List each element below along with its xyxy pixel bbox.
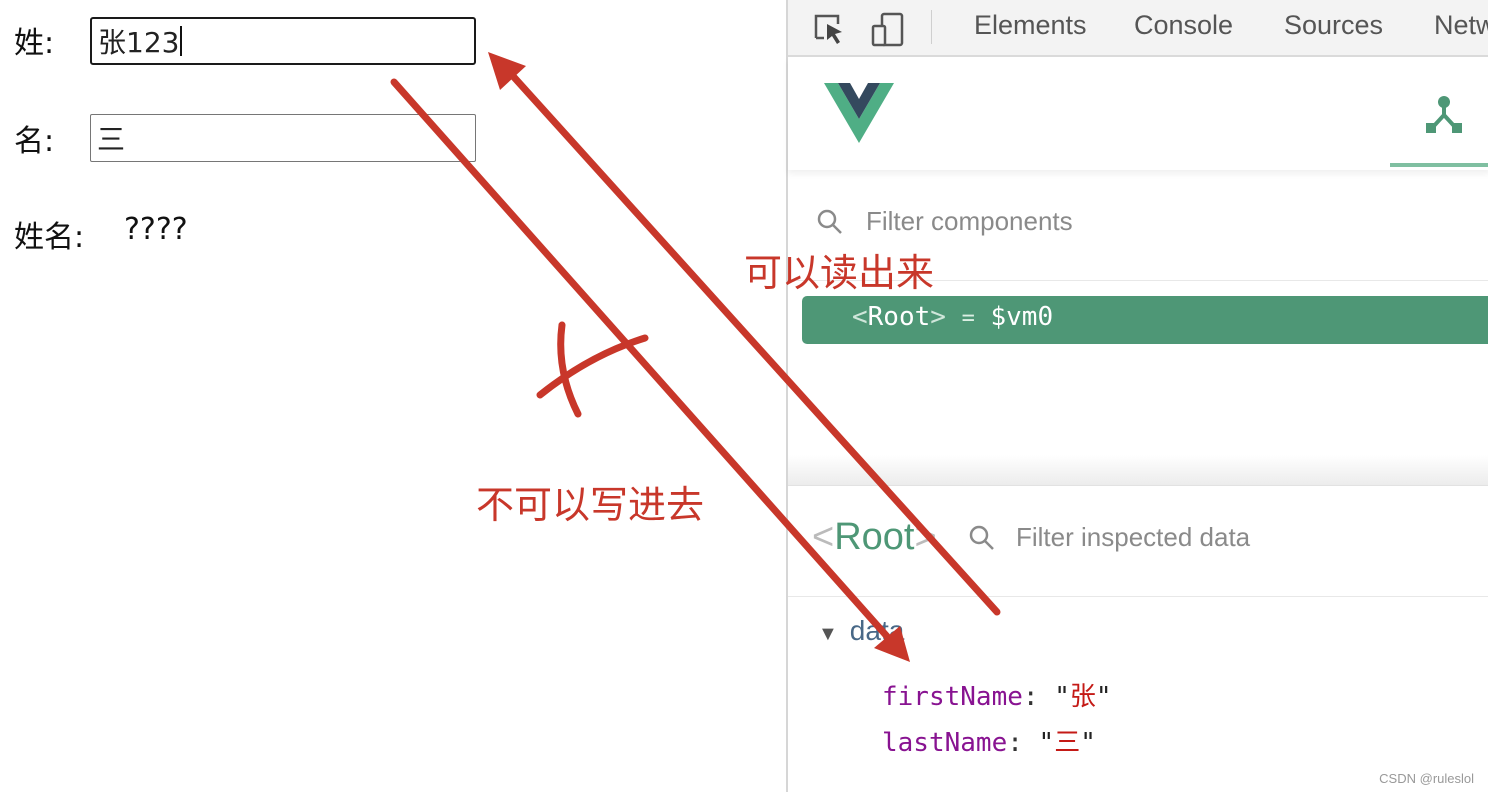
vm-ref: $vm0 <box>990 302 1054 332</box>
search-icon <box>816 208 844 240</box>
pane-splitter[interactable] <box>788 455 1488 486</box>
component-name: Root <box>834 516 915 558</box>
field-value: 张 <box>1069 682 1096 712</box>
text-caret <box>180 26 183 56</box>
data-field-row[interactable]: lastName: "三" <box>882 722 1096 759</box>
first-name-label: 姓: <box>14 26 55 61</box>
first-name-input[interactable]: 张123 <box>90 17 476 65</box>
active-tab-indicator <box>1390 163 1488 167</box>
toolbar-divider <box>931 10 932 44</box>
filter-inspected-data-input[interactable]: Filter inspected data <box>1016 522 1250 553</box>
equals-sign: = <box>961 306 975 331</box>
tag-close: > <box>914 516 937 558</box>
full-name-label: 姓名: <box>14 220 85 255</box>
write-annotation: 不可以写进去 <box>476 483 705 527</box>
app-page: 姓: 张123 名: 三 姓名: ???? <box>0 0 786 792</box>
last-name-input[interactable]: 三 <box>90 114 476 162</box>
last-name-label: 名: <box>14 124 55 159</box>
triangle-down-icon: ▼ <box>818 623 838 645</box>
inspected-component-name: <Root> <box>812 516 937 559</box>
tag-open: < <box>852 302 868 332</box>
data-field-row[interactable]: firstName: "张" <box>882 676 1112 713</box>
vue-logo <box>824 83 894 147</box>
component-tree-item-label: <Root> = $vm0 <box>852 302 1053 332</box>
inspector-header: <Root> Filter inspected data <box>788 486 1488 597</box>
first-name-value: 张123 <box>98 26 180 59</box>
last-name-value: 三 <box>97 123 126 156</box>
tab-sources[interactable]: Sources <box>1284 10 1383 41</box>
device-toolbar-icon[interactable] <box>870 12 906 52</box>
field-key: firstName <box>882 682 1023 712</box>
data-section-label: data <box>849 615 905 646</box>
devtools-toolbar: Elements Console Sources Netw <box>788 0 1488 57</box>
watermark: CSDN @ruleslol <box>1379 771 1474 786</box>
tab-network[interactable]: Netw <box>1434 10 1488 41</box>
component-tree-item-root[interactable]: <Root> = $vm0 <box>802 296 1488 344</box>
devtools-panel: Elements Console Sources Netw Filter com… <box>786 0 1488 792</box>
tag-close: > <box>930 302 946 332</box>
vue-devtools-header <box>788 57 1488 170</box>
components-tree-icon[interactable] <box>1424 95 1464 141</box>
tab-console[interactable]: Console <box>1134 10 1233 41</box>
filter-components-input[interactable]: Filter components <box>866 206 1073 237</box>
search-icon <box>968 524 996 556</box>
tab-elements[interactable]: Elements <box>974 10 1087 41</box>
tag-open: < <box>812 516 835 558</box>
field-key: lastName <box>882 728 1008 758</box>
component-name: Root <box>867 302 931 332</box>
inspect-element-icon[interactable] <box>812 12 846 50</box>
full-name-value: ???? <box>124 212 188 247</box>
field-value: 三 <box>1054 728 1081 758</box>
read-annotation: 可以读出来 <box>744 251 935 295</box>
data-section-toggle[interactable]: ▼ data <box>818 615 904 647</box>
